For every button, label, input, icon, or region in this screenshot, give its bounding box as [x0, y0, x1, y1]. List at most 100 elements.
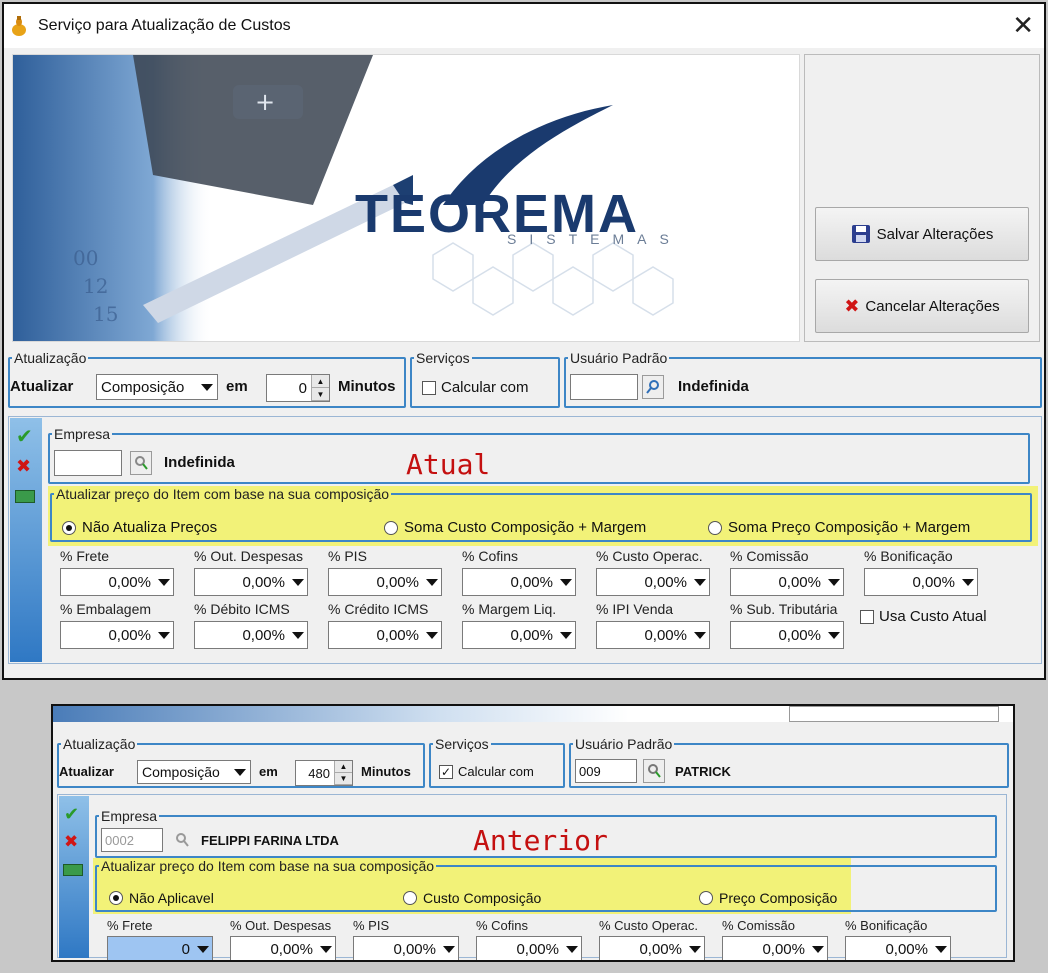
radio-dot[interactable]: [708, 520, 722, 535]
dropdown-arrow-icon[interactable]: [423, 578, 441, 586]
radio-soma-preco[interactable]: Soma Preço Composição + Margem: [708, 519, 970, 536]
radio-dot[interactable]: [403, 891, 417, 905]
radio-soma-custo[interactable]: Soma Custo Composição + Margem: [384, 519, 646, 536]
dropdown-arrow-icon[interactable]: [155, 631, 173, 639]
empresa-name: Indefinida: [164, 454, 235, 471]
spin-up-icon[interactable]: ▲: [312, 375, 329, 388]
checkbox-box[interactable]: [422, 380, 436, 395]
radio-dot[interactable]: [109, 891, 123, 905]
empresa-lookup-icon[interactable]: [171, 828, 193, 852]
dropdown-arrow-icon[interactable]: [289, 631, 307, 639]
checkbox-box[interactable]: [860, 609, 874, 624]
dropdown-arrow-icon[interactable]: [194, 945, 212, 953]
dropdown-arrow-icon[interactable]: [557, 631, 575, 639]
dropdown-arrow-icon[interactable]: [423, 631, 441, 639]
dropdown-arrow-icon[interactable]: [155, 578, 173, 586]
spin-up-icon[interactable]: ▲: [335, 761, 352, 773]
percent-select[interactable]: 0,00%: [730, 621, 844, 649]
minutos-label: Minutos: [361, 764, 411, 779]
empresa-code-input[interactable]: 0002: [101, 828, 163, 852]
calcular-com-checkbox[interactable]: Calcular com: [422, 379, 529, 396]
radio-dot[interactable]: [699, 891, 713, 905]
percent-select[interactable]: 0,00%: [60, 568, 174, 596]
percent-select[interactable]: 0,00%: [60, 621, 174, 649]
spin-down-icon[interactable]: ▼: [312, 388, 329, 401]
save-button[interactable]: Salvar Alterações: [815, 207, 1029, 261]
percent-select[interactable]: 0: [107, 936, 213, 960]
dropdown-arrow-icon[interactable]: [686, 945, 704, 953]
percent-select[interactable]: 0,00%: [476, 936, 582, 960]
lookup-icon[interactable]: [643, 759, 665, 783]
dropdown-arrow-icon[interactable]: [959, 578, 977, 586]
atualizar-mode-select[interactable]: Composição: [137, 760, 251, 784]
dropdown-arrow-icon[interactable]: [691, 631, 709, 639]
spin-down-icon[interactable]: ▼: [335, 773, 352, 785]
dropdown-arrow-icon[interactable]: [825, 631, 843, 639]
percent-select[interactable]: 0,00%: [462, 568, 576, 596]
radio-nao-aplicavel[interactable]: Não Aplicavel: [109, 890, 214, 906]
usuario-code-input[interactable]: 009: [575, 759, 637, 783]
percent-select[interactable]: 0,00%: [599, 936, 705, 960]
empresa-lookup-icon[interactable]: [130, 451, 152, 475]
cross-icon: ✖: [844, 295, 860, 316]
dropdown-arrow-icon[interactable]: [440, 945, 458, 953]
cancel-label: Cancelar Alterações: [865, 297, 1000, 315]
empresa-code-input[interactable]: [54, 450, 122, 476]
percent-select[interactable]: 0,00%: [353, 936, 459, 960]
radio-custo-composicao[interactable]: Custo Composição: [403, 890, 541, 906]
radio-dot[interactable]: [62, 520, 76, 535]
percent-value: 0,00%: [912, 573, 955, 591]
check-icon[interactable]: ✔: [16, 424, 33, 449]
percent-select[interactable]: 0,00%: [328, 568, 442, 596]
calcular-com-checkbox[interactable]: ✓ Calcular com: [439, 764, 534, 779]
check-icon[interactable]: ✔: [64, 804, 79, 825]
dropdown-arrow-icon[interactable]: [563, 945, 581, 953]
em-label: em: [259, 764, 278, 779]
percent-select[interactable]: 0,00%: [596, 568, 710, 596]
composicao-legend: Atualizar preço do Item com base na sua …: [56, 486, 390, 502]
atualizar-mode-select[interactable]: Composição: [96, 374, 218, 400]
percent-select[interactable]: 0,00%: [596, 621, 710, 649]
percent-select[interactable]: 0,00%: [864, 568, 978, 596]
radio-dot[interactable]: [384, 520, 398, 535]
cross-icon-toolbar[interactable]: ✖: [16, 456, 31, 477]
dropdown-arrow-icon[interactable]: [289, 578, 307, 586]
percent-select[interactable]: 0,00%: [194, 568, 308, 596]
cross-icon-toolbar[interactable]: ✖: [64, 832, 78, 852]
percent-select[interactable]: 0,00%: [722, 936, 828, 960]
calcular-com-label: Calcular com: [458, 764, 534, 779]
minutes-spinner[interactable]: 480 ▲ ▼: [295, 760, 353, 786]
dropdown-arrow-icon[interactable]: [317, 945, 335, 953]
usuario-code-input[interactable]: [570, 374, 638, 400]
dropdown-arrow-icon[interactable]: [825, 578, 843, 586]
money-icon[interactable]: [63, 864, 83, 876]
percent-value: 0,00%: [639, 940, 682, 958]
radio-nao-atualiza[interactable]: Não Atualiza Preços: [62, 519, 217, 536]
percent-select[interactable]: 0,00%: [328, 621, 442, 649]
percent-select[interactable]: 0,00%: [194, 621, 308, 649]
percent-value: 0,00%: [242, 573, 285, 591]
cancel-button[interactable]: ✖ Cancelar Alterações: [815, 279, 1029, 333]
lookup-icon[interactable]: [642, 375, 664, 399]
percent-select[interactable]: 0,00%: [730, 568, 844, 596]
close-icon[interactable]: ✕: [1012, 12, 1034, 38]
usuario-name: PATRICK: [675, 764, 731, 779]
atualizacao-legend: Atualização: [63, 736, 136, 752]
money-icon[interactable]: [15, 490, 35, 503]
percent-select[interactable]: 0,00%: [462, 621, 576, 649]
dropdown-arrow-icon[interactable]: [932, 945, 950, 953]
percent-select[interactable]: 0,00%: [230, 936, 336, 960]
checkbox-box[interactable]: ✓: [439, 764, 453, 779]
minutes-spinner[interactable]: 0 ▲ ▼: [266, 374, 330, 402]
dropdown-arrow-icon: [234, 768, 246, 776]
field-label: % Embalagem: [60, 601, 152, 617]
dropdown-arrow-icon[interactable]: [691, 578, 709, 586]
dropdown-arrow-icon[interactable]: [809, 945, 827, 953]
calcular-com-label: Calcular com: [441, 379, 529, 396]
percent-value: 0,00%: [510, 626, 553, 644]
dropdown-arrow-icon[interactable]: [557, 578, 575, 586]
radio-preco-composicao[interactable]: Preço Composição: [699, 890, 837, 906]
percent-value: 0,00%: [644, 626, 687, 644]
percent-select[interactable]: 0,00%: [845, 936, 951, 960]
usa-custo-atual-checkbox[interactable]: Usa Custo Atual: [860, 608, 987, 625]
